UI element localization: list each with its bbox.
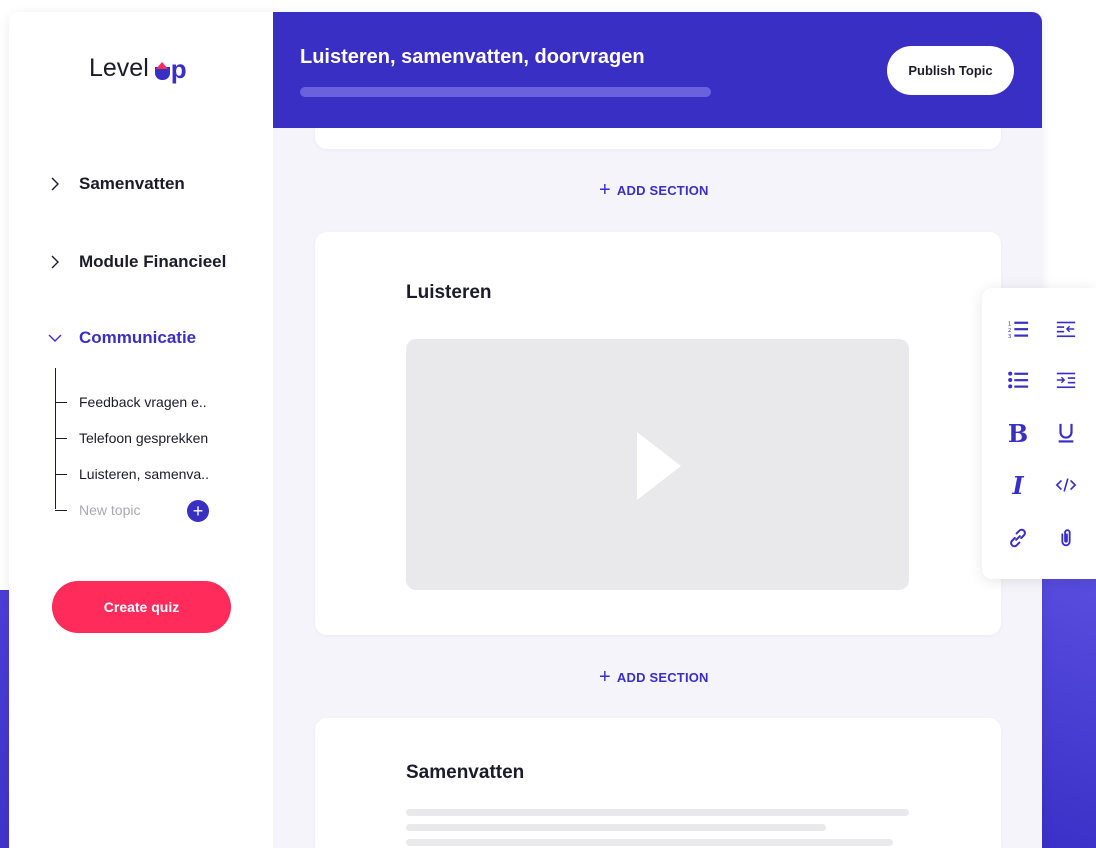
logo-text: Level xyxy=(89,54,149,82)
add-section-label: ADD SECTION xyxy=(616,669,709,685)
plus-icon: + xyxy=(192,501,204,521)
link-icon[interactable] xyxy=(1006,526,1030,550)
outdent-icon[interactable] xyxy=(1054,317,1078,341)
text-placeholder-line xyxy=(406,839,893,846)
text-placeholder-line xyxy=(406,809,909,816)
code-icon[interactable] xyxy=(1054,473,1078,497)
section-card-samenvatten: Samenvatten xyxy=(315,718,1001,848)
logo: Level p xyxy=(89,54,187,83)
add-topic-button[interactable]: + xyxy=(187,500,209,522)
format-toolbar: 123 B I xyxy=(982,288,1096,579)
logo-suffix: p xyxy=(170,53,187,84)
sidebar-topic-telefoon[interactable]: Telefoon gesprekken xyxy=(55,430,208,446)
italic-icon[interactable]: I xyxy=(1006,471,1030,500)
app-window: Level p Samenvatten Module Financieel Co… xyxy=(9,12,1042,848)
sidebar: Level p Samenvatten Module Financieel Co… xyxy=(9,12,273,848)
main-content: + ADD SECTION Luisteren + ADD SECTION Sa… xyxy=(273,12,1042,848)
chevron-right-icon xyxy=(51,177,59,191)
tree-branch xyxy=(55,437,67,439)
chevron-down-icon xyxy=(48,334,62,342)
svg-text:3: 3 xyxy=(1008,334,1012,340)
attachment-icon[interactable] xyxy=(1054,526,1078,550)
sidebar-group-label: Samenvatten xyxy=(79,174,185,193)
section-card-luisteren: Luisteren xyxy=(315,232,1001,635)
tree-branch xyxy=(55,509,67,511)
underline-icon[interactable] xyxy=(1054,421,1078,445)
bold-icon[interactable]: B xyxy=(1006,419,1030,448)
create-quiz-button[interactable]: Create quiz xyxy=(52,581,231,633)
play-icon[interactable] xyxy=(637,432,681,500)
new-topic-input[interactable]: New topic xyxy=(55,502,140,518)
logo-mark: p xyxy=(154,53,187,84)
video-player[interactable] xyxy=(406,339,909,590)
logo-up-icon xyxy=(154,61,170,80)
plus-icon: + xyxy=(599,666,611,688)
sidebar-topic-feedback[interactable]: Feedback vragen e.. xyxy=(55,394,207,410)
svg-text:2: 2 xyxy=(1008,328,1012,334)
topic-label: Telefoon gesprekken xyxy=(79,430,209,446)
section-title: Samenvatten xyxy=(406,762,525,783)
sidebar-group-label: Communicatie xyxy=(79,328,197,347)
section-title: Luisteren xyxy=(406,282,492,303)
sidebar-topic-luisteren[interactable]: Luisteren, samenva.. xyxy=(55,466,209,482)
add-section-label: ADD SECTION xyxy=(616,182,709,198)
indent-icon[interactable] xyxy=(1054,368,1078,392)
title-progress-bar xyxy=(300,87,711,97)
add-section-button[interactable]: + ADD SECTION xyxy=(599,180,709,200)
bullet-list-icon[interactable] xyxy=(1006,368,1030,392)
ordered-list-icon[interactable]: 123 xyxy=(1006,317,1030,341)
new-topic-placeholder: New topic xyxy=(79,502,141,518)
text-placeholder-line xyxy=(406,824,826,831)
plus-icon: + xyxy=(599,179,611,201)
sidebar-group-label: Module Financieel xyxy=(79,252,227,271)
tree-branch xyxy=(55,401,67,403)
chevron-right-icon xyxy=(51,255,59,269)
sidebar-group-module-financieel[interactable]: Module Financieel xyxy=(47,252,226,272)
publish-topic-button[interactable]: Publish Topic xyxy=(887,46,1014,95)
topic-header: Luisteren, samenvatten, doorvragen Publi… xyxy=(273,12,1042,128)
topic-label: Feedback vragen e.. xyxy=(79,394,207,410)
sidebar-group-samenvatten[interactable]: Samenvatten xyxy=(47,174,185,194)
topic-label: Luisteren, samenva.. xyxy=(79,466,209,482)
tree-branch xyxy=(55,473,67,475)
page-title: Luisteren, samenvatten, doorvragen xyxy=(300,46,645,68)
add-section-button[interactable]: + ADD SECTION xyxy=(599,667,709,687)
svg-text:1: 1 xyxy=(1008,321,1012,327)
background-shape-right xyxy=(1040,560,1096,848)
sidebar-group-communicatie[interactable]: Communicatie xyxy=(47,328,196,348)
